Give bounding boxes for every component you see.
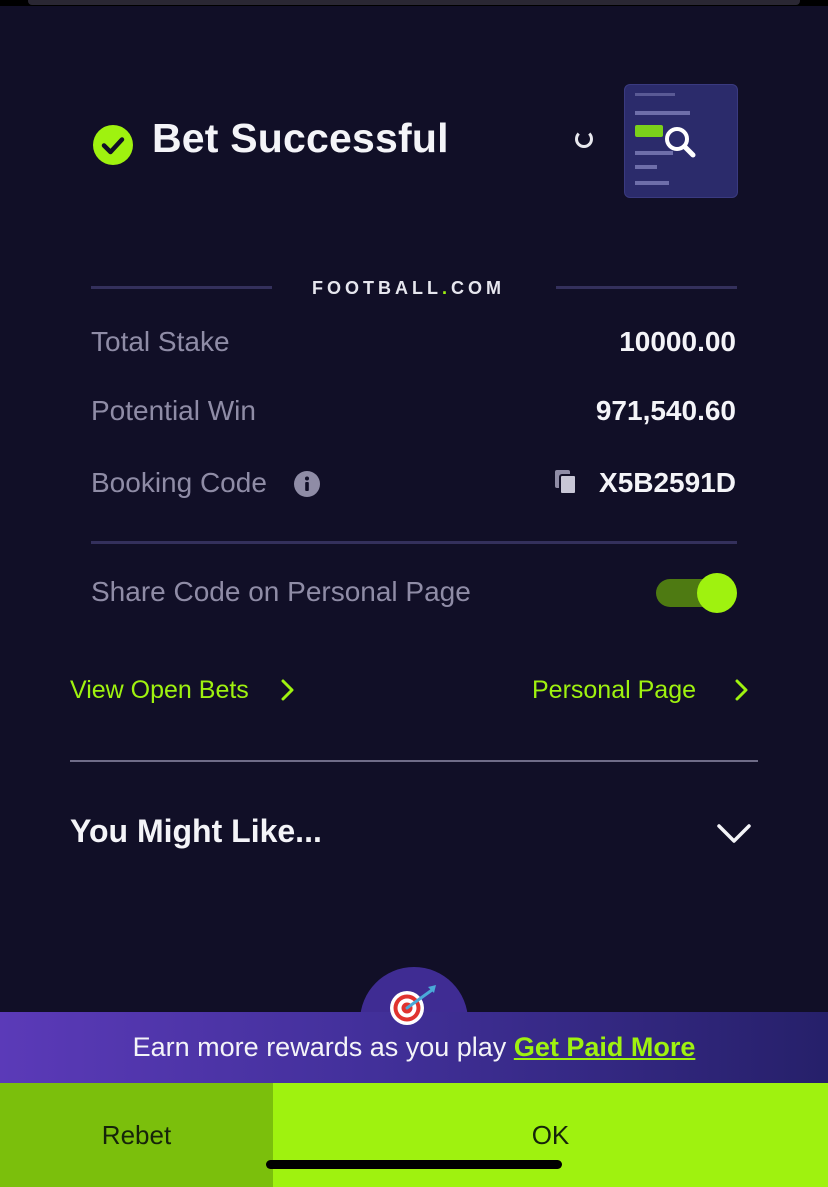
copy-icon[interactable] [553,469,579,495]
potential-win-label: Potential Win [91,395,256,426]
check-circle-icon [93,125,133,165]
get-paid-more-link[interactable]: Get Paid More [514,1032,696,1062]
total-stake-label: Total Stake [91,326,230,357]
logo-divider-right [556,286,737,289]
brand-logo: FOOTBALL.COM [312,278,505,298]
ok-button[interactable]: OK [273,1083,828,1187]
home-indicator [266,1160,562,1169]
share-code-toggle[interactable] [656,573,737,613]
you-might-like-heading[interactable]: You Might Like... [70,813,322,850]
chevron-right-icon[interactable] [279,679,297,701]
status-strip [0,0,828,6]
rewards-text: Earn more rewards as you play Get Paid M… [132,1032,696,1062]
personal-page-link[interactable]: Personal Page [532,676,696,705]
logo-divider-left [91,286,272,289]
loading-spinner-icon [575,130,593,148]
view-open-bets-link[interactable]: View Open Bets [70,676,249,705]
chevron-down-icon[interactable] [716,823,752,845]
section-divider [91,541,737,544]
target-dart-icon [390,985,436,1025]
booking-code-label: Booking Code [91,467,267,498]
booking-code-value[interactable]: X5B2591D [599,467,736,499]
content-divider [70,760,758,762]
bet-slip-thumbnail[interactable] [624,84,738,198]
total-stake-value: 10000.00 [619,326,736,357]
potential-win-value: 971,540.60 [595,395,736,426]
share-code-label: Share Code on Personal Page [91,576,471,607]
rebet-button[interactable]: Rebet [0,1083,273,1187]
info-icon[interactable] [294,471,320,497]
chevron-right-icon[interactable] [733,679,751,701]
magnifier-icon [665,127,696,158]
page-title: Bet Successful [152,115,449,161]
